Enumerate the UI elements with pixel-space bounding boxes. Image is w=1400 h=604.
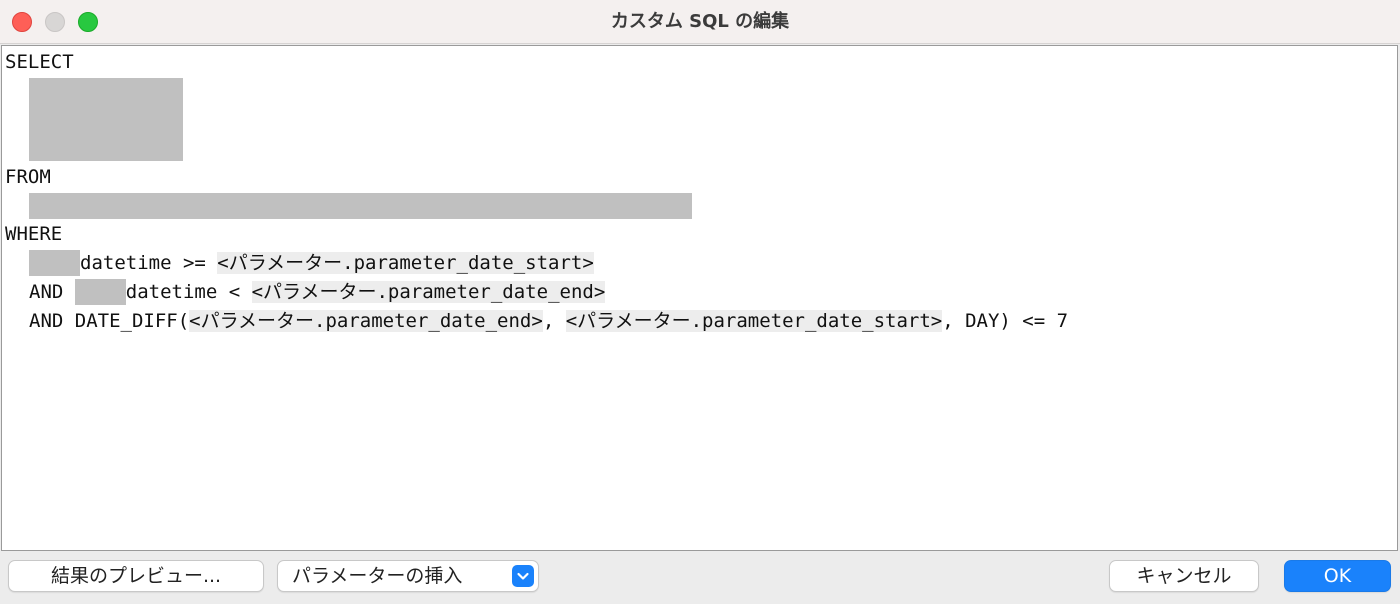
cancel-button[interactable]: キャンセル [1109,560,1259,592]
sql-where1-column: datetime >= [80,252,218,275]
sql-line-select: SELECT [5,48,1397,77]
sql-keyword-select: SELECT [5,51,74,73]
sql-line-from-table [5,192,1397,221]
redacted-table [29,192,692,219]
insert-parameter-popup[interactable]: パラメーターの挿入 [277,560,539,592]
insert-parameter-label: パラメーターの挿入 [292,565,463,587]
chevron-down-icon [512,565,534,587]
sql-editor[interactable]: SELECT FROM WHERE datetime >= <パラメーター.pa… [1,45,1398,551]
sql-line-where-3: AND DATE_DIFF(<パラメーター.parameter_date_end… [5,307,1397,336]
sql-keyword-where: WHERE [5,223,63,246]
redacted-prefix [74,278,126,305]
sql-where3-and-func: AND DATE_DIFF( [29,309,190,332]
sql-keyword-and: AND [29,280,75,303]
parameter-token-end[interactable]: <パラメーター.parameter_date_end> [189,309,543,332]
sql-line-from: FROM [5,163,1397,192]
window-title: カスタム SQL の編集 [610,11,790,32]
title-bar: カスタム SQL の編集 [0,0,1400,44]
parameter-token-start[interactable]: <パラメーター.parameter_date_start> [217,252,594,275]
sql-where3-sep: , [542,309,566,332]
custom-sql-dialog: カスタム SQL の編集 SELECT FROM WHERE datetime … [0,0,1400,604]
dialog-footer: 結果のプレビュー... パラメーターの挿入 キャンセル OK [0,551,1400,604]
redacted-columns [29,77,183,161]
sql-line-where-1: datetime >= <パラメーター.parameter_date_start… [5,249,1397,278]
sql-line-where-2: AND datetime < <パラメーター.parameter_date_en… [5,278,1397,307]
sql-line-where: WHERE [5,220,1397,249]
redacted-prefix [29,250,80,277]
sql-where2-column: datetime < [125,280,252,303]
preview-results-button[interactable]: 結果のプレビュー... [8,560,264,592]
parameter-token-start[interactable]: <パラメーター.parameter_date_start> [565,309,943,332]
sql-line-select-columns [5,77,1397,163]
parameter-token-end[interactable]: <パラメーター.parameter_date_end> [251,280,606,303]
sql-keyword-from: FROM [5,165,51,188]
sql-where3-tail: , DAY) <= 7 [942,309,1069,332]
ok-button[interactable]: OK [1284,560,1391,592]
